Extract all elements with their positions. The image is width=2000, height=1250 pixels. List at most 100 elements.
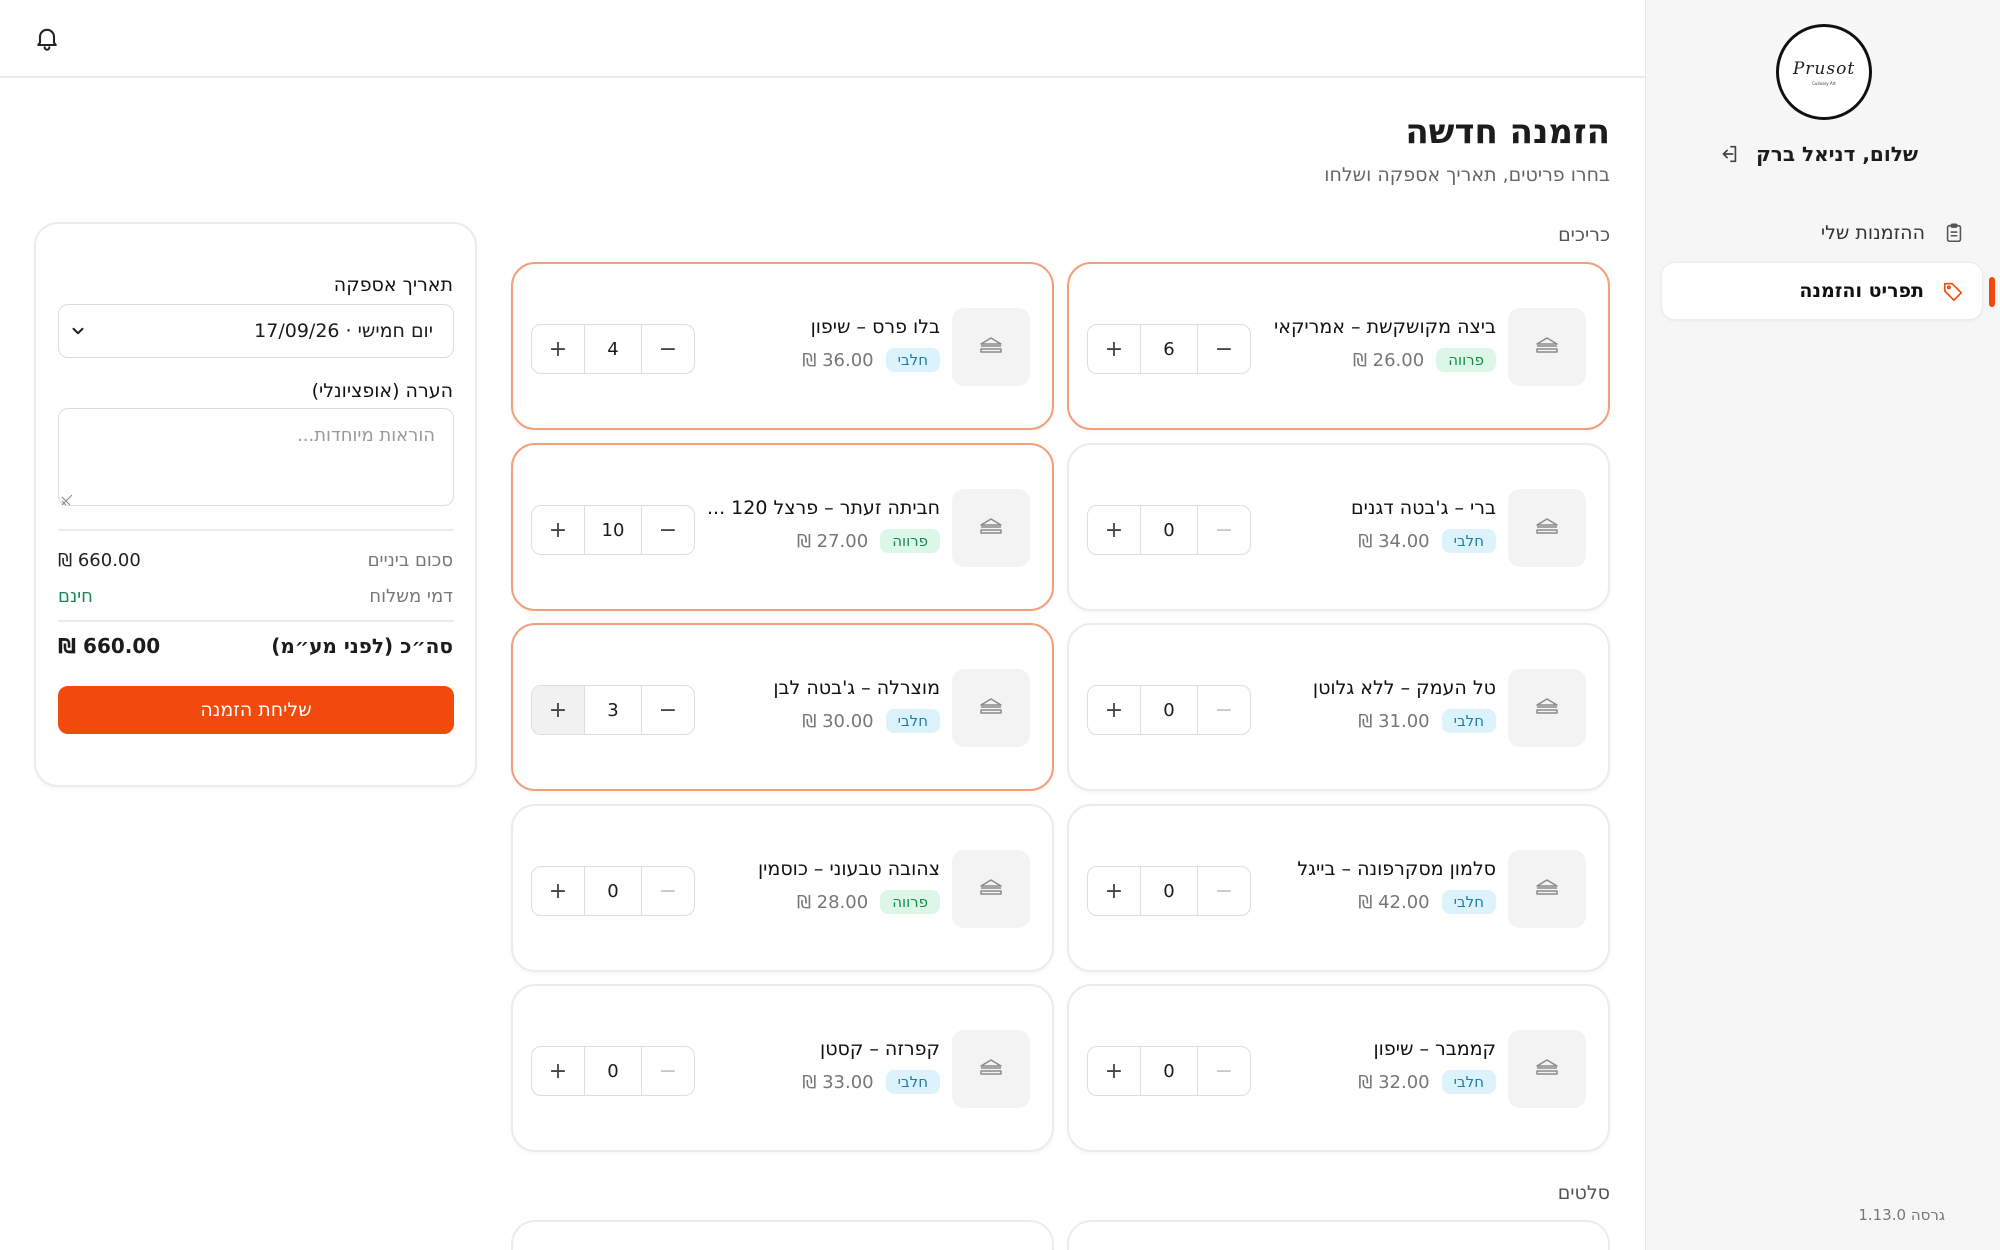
page-title: הזמנה חדשה <box>1405 112 1610 152</box>
sandwich-icon <box>1534 516 1560 540</box>
kosher-tag: חלבי <box>1441 1070 1496 1094</box>
product-thumbnail <box>1508 850 1586 928</box>
increment-button[interactable]: + <box>1088 1047 1140 1095</box>
tag-icon <box>1942 280 1964 302</box>
sidebar: Prusot Culinary Art שלום, דניאל ברק ההזמ… <box>1645 0 2000 1250</box>
decrement-button[interactable]: − <box>642 1047 694 1095</box>
quantity-value[interactable]: 6 <box>1140 325 1198 373</box>
quantity-stepper: +0− <box>531 866 695 916</box>
note-textarea[interactable]: הוראות מיוחדות... <box>58 408 454 506</box>
section-title-salads: סלטים <box>1557 1182 1610 1204</box>
quantity-value[interactable]: 4 <box>584 325 642 373</box>
product-meta: חלבי ₪ 33.00 <box>802 1070 940 1094</box>
quantity-stepper: +0− <box>1087 685 1251 735</box>
logo-subtext: Culinary Art <box>1812 80 1836 86</box>
logout-icon[interactable] <box>1718 143 1740 165</box>
product-name: טל העמק – ללא גלוטן <box>1312 677 1496 699</box>
increment-button[interactable]: + <box>532 1047 584 1095</box>
quantity-stepper: +4− <box>531 324 695 374</box>
sandwich-icon <box>978 877 1004 901</box>
product-name: צהובה טבעוני – כוסמין <box>758 858 940 880</box>
decrement-button[interactable]: − <box>642 867 694 915</box>
delivery-fee-label: דמי משלוח <box>369 586 453 607</box>
resize-grip-icon[interactable] <box>61 491 73 506</box>
brand-logo: Prusot Culinary Art <box>1776 24 1872 120</box>
product-card-partial <box>511 1220 1054 1250</box>
decrement-button[interactable]: − <box>1198 686 1250 734</box>
sidebar-item-my-orders[interactable]: ההזמנות שלי <box>1661 204 1983 262</box>
product-meta: חלבי ₪ 30.00 <box>802 709 940 733</box>
product-price: ₪ 31.00 <box>1358 710 1430 732</box>
decrement-button[interactable]: − <box>1198 867 1250 915</box>
quantity-stepper: +0− <box>1087 505 1251 555</box>
product-price: ₪ 33.00 <box>802 1071 874 1093</box>
sidebar-item-menu-and-order[interactable]: תפריט והזמנה <box>1661 262 1995 320</box>
increment-button[interactable]: + <box>1088 686 1140 734</box>
kosher-tag: חלבי <box>1441 529 1496 553</box>
product-card: קממבר – שיפון חלבי ₪ 32.00 +0− <box>1067 984 1610 1152</box>
decrement-button[interactable]: − <box>1198 325 1250 373</box>
quantity-stepper: +6− <box>1087 324 1251 374</box>
product-price: ₪ 30.00 <box>802 710 874 732</box>
quantity-value[interactable]: 0 <box>584 867 642 915</box>
product-thumbnail <box>1508 669 1586 747</box>
product-price: ₪ 32.00 <box>1358 1071 1430 1093</box>
product-meta: חלבי ₪ 32.00 <box>1358 1070 1496 1094</box>
product-thumbnail <box>952 669 1030 747</box>
subtotal-label: סכום ביניים <box>367 550 453 571</box>
product-thumbnail <box>1508 489 1586 567</box>
sandwich-icon <box>1534 696 1560 720</box>
product-thumbnail <box>952 308 1030 386</box>
product-price: ₪ 28.00 <box>796 891 869 913</box>
divider <box>58 529 454 531</box>
product-thumbnail <box>1508 1030 1586 1108</box>
note-placeholder: הוראות מיוחדות... <box>297 425 435 446</box>
quantity-value[interactable]: 10 <box>584 506 642 554</box>
decrement-button[interactable]: − <box>642 686 694 734</box>
sandwich-icon <box>1534 335 1560 359</box>
product-price: ₪ 27.00 <box>796 530 869 552</box>
app-version: גרסה 1.13.0 <box>1858 1206 1945 1224</box>
decrement-button[interactable]: − <box>1198 506 1250 554</box>
sandwich-icon <box>978 1057 1004 1081</box>
increment-button[interactable]: + <box>1088 506 1140 554</box>
decrement-button[interactable]: − <box>642 325 694 373</box>
kosher-tag: פרווה <box>880 890 940 914</box>
kosher-tag: חלבי <box>1441 709 1496 733</box>
product-thumbnail <box>952 1030 1030 1108</box>
product-thumbnail <box>1508 308 1586 386</box>
increment-button[interactable]: + <box>1088 325 1140 373</box>
increment-button[interactable]: + <box>532 686 584 734</box>
delivery-date-value: יום חמישי · 17/09/26 <box>254 320 433 342</box>
increment-button[interactable]: + <box>532 325 584 373</box>
product-name: קפרזה – קסטן <box>820 1038 940 1060</box>
product-meta: פרווה ₪ 26.00 <box>1353 348 1496 372</box>
bell-icon[interactable] <box>33 24 61 52</box>
decrement-button[interactable]: − <box>642 506 694 554</box>
product-name: קממבר – שיפון <box>1373 1038 1496 1060</box>
decrement-button[interactable]: − <box>1198 1047 1250 1095</box>
order-summary-panel: תאריך אספקה יום חמישי · 17/09/26 הערה (א… <box>34 222 477 787</box>
delivery-date-select[interactable]: יום חמישי · 17/09/26 <box>58 304 454 358</box>
product-price: ₪ 26.00 <box>1352 349 1425 371</box>
quantity-value[interactable]: 3 <box>584 686 642 734</box>
quantity-value[interactable]: 0 <box>1140 867 1198 915</box>
product-price: ₪ 34.00 <box>1358 530 1430 552</box>
product-meta: חלבי ₪ 34.00 <box>1358 529 1496 553</box>
increment-button[interactable]: + <box>532 506 584 554</box>
note-label: הערה (אופציונלי) <box>311 380 453 402</box>
quantity-value[interactable]: 0 <box>1140 506 1198 554</box>
product-name: ברי – ג'בטה דגנים <box>1350 497 1496 519</box>
increment-button[interactable]: + <box>532 867 584 915</box>
total-value: ₪ 660.00 <box>58 634 161 658</box>
increment-button[interactable]: + <box>1088 867 1140 915</box>
quantity-stepper: +3− <box>531 685 695 735</box>
quantity-value[interactable]: 0 <box>1140 1047 1198 1095</box>
product-name: בלו פרס – שיפון <box>810 316 940 338</box>
quantity-value[interactable]: 0 <box>1140 686 1198 734</box>
send-order-button[interactable]: שליחת הזמנה <box>58 686 454 734</box>
product-card: בלו פרס – שיפון חלבי ₪ 36.00 +4− <box>511 262 1054 430</box>
sidebar-item-label: ההזמנות שלי <box>1820 222 1925 244</box>
quantity-value[interactable]: 0 <box>584 1047 642 1095</box>
subtotal-value: ₪ 660.00 <box>58 550 141 571</box>
